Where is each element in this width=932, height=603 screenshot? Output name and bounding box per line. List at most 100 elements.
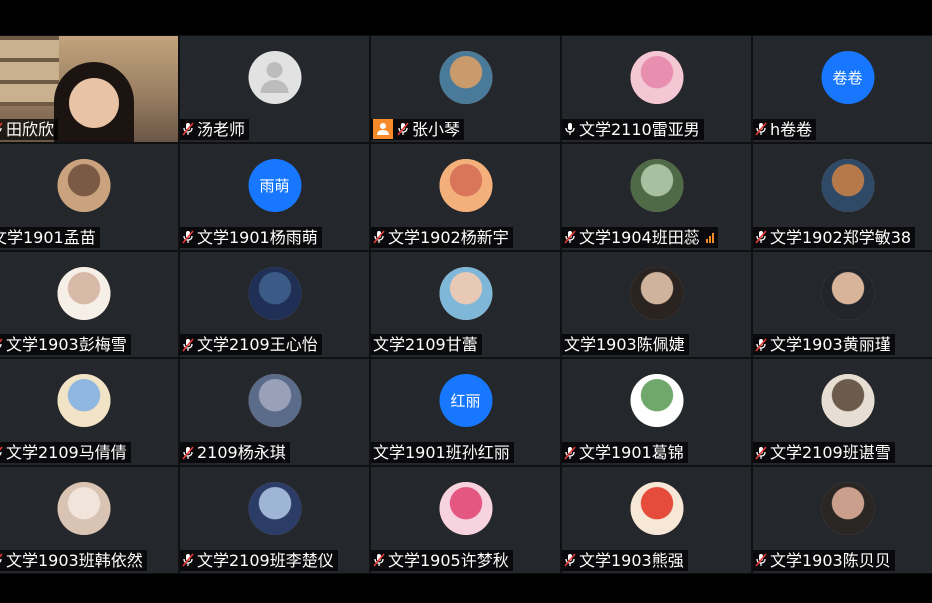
mic-muted-icon: [564, 230, 576, 244]
mic-muted-icon: [397, 122, 409, 136]
participant-name: 文学1901杨雨萌: [197, 227, 318, 247]
participant-name: 张小琴: [412, 119, 461, 139]
participant-tile[interactable]: 文学1903陈佩婕: [561, 250, 752, 359]
mic-muted-icon: [755, 338, 767, 352]
participant-name: 文学1902郑学敏38: [770, 227, 912, 247]
mic-muted-icon: [755, 122, 767, 136]
participant-name-label: 2109杨永琪: [180, 442, 290, 464]
participant-name-label: 文学2109班谌雪: [753, 442, 895, 464]
participant-tile[interactable]: 文学1903彭梅雪: [0, 250, 179, 359]
participant-tile[interactable]: 文学2109班李楚仪: [179, 466, 370, 574]
participant-name: 文学1902杨新宇: [388, 227, 509, 247]
participant-tile[interactable]: 文学1905许梦秋: [370, 466, 561, 574]
avatar-text: 红丽: [450, 392, 481, 411]
participant-tile[interactable]: 文学2109王心怡: [179, 250, 370, 359]
participant-tile[interactable]: 2109杨永琪: [179, 358, 370, 467]
participant-avatar: [248, 374, 301, 428]
participant-tile[interactable]: 文学2109班谌雪: [752, 358, 932, 467]
participant-avatar: [630, 482, 683, 536]
participant-tile[interactable]: 文学2110雷亚男: [561, 35, 752, 143]
participant-name: 2109杨永琪: [197, 443, 286, 463]
participant-avatar: 卷卷: [821, 51, 874, 104]
participant-tile[interactable]: 雨萌文学1901杨雨萌: [179, 142, 370, 251]
participant-avatar: [439, 51, 492, 104]
participant-name-label: 文学2109甘蕾: [371, 334, 482, 356]
participant-avatar: 红丽: [439, 374, 492, 428]
participant-avatar: [57, 158, 110, 212]
participant-name-label: 文学1903班韩依然: [0, 549, 147, 571]
mic-muted-icon: [0, 122, 3, 136]
participant-name: 文学1905许梦秋: [388, 550, 509, 570]
mic-muted-icon: [755, 230, 767, 244]
participant-name: 文学1903黄丽瑾: [770, 335, 891, 355]
participant-tile[interactable]: 文学1903熊强: [561, 466, 752, 574]
participant-avatar: [439, 158, 492, 212]
mic-muted-icon: [564, 553, 576, 567]
participant-name: 文学1903陈贝贝: [770, 550, 891, 570]
participant-name: 文学2109甘蕾: [373, 335, 478, 355]
participant-name-label: 文学1903黄丽瑾: [753, 334, 895, 356]
participant-name-label: 文学2110雷亚男: [562, 118, 704, 140]
participant-avatar: [821, 482, 874, 536]
mic-muted-icon: [182, 122, 194, 136]
participant-name: 文学1903陈佩婕: [564, 335, 685, 355]
participant-name: 文学1901孟苗: [0, 227, 96, 247]
participant-tile[interactable]: 张小琴: [370, 35, 561, 143]
participant-tile[interactable]: 汤老师: [179, 35, 370, 143]
participant-avatar: 雨萌: [248, 158, 301, 212]
participant-name-label: 文学1905许梦秋: [371, 549, 513, 571]
participant-tile[interactable]: 文学1902杨新宇: [370, 142, 561, 251]
participant-name-label: h卷卷: [753, 118, 817, 140]
participant-name: 文学1903彭梅雪: [6, 335, 127, 355]
mic-muted-icon: [182, 553, 194, 567]
participant-tile[interactable]: 文学1904班田蕊: [561, 142, 752, 251]
participant-name: 文学1903熊强: [579, 550, 684, 570]
participant-tile[interactable]: 文学1901孟苗: [0, 142, 179, 251]
participant-avatar: [57, 482, 110, 536]
participant-name-label: 文学2109班李楚仪: [180, 549, 338, 571]
participant-tile[interactable]: 文学1901葛锦: [561, 358, 752, 467]
mic-icon: [564, 122, 576, 136]
participant-avatar: [439, 482, 492, 536]
participant-avatar: [439, 266, 492, 320]
participant-tile[interactable]: 文学2109甘蕾: [370, 250, 561, 359]
mic-muted-icon: [182, 230, 194, 244]
participant-avatar: [248, 266, 301, 320]
avatar-text: 卷卷: [832, 69, 863, 87]
participant-name: h卷卷: [770, 119, 813, 139]
participant-tile[interactable]: 文学1903班韩依然: [0, 466, 179, 574]
participant-name: 文学2109班谌雪: [770, 443, 891, 463]
mic-muted-icon: [755, 446, 767, 460]
avatar-text: 雨萌: [259, 176, 290, 195]
participant-avatar: [57, 374, 110, 428]
mic-muted-icon: [373, 230, 385, 244]
participant-name-label: 文学1901葛锦: [562, 442, 688, 464]
participant-name: 文学2109马倩倩: [6, 443, 127, 463]
mic-muted-icon: [182, 338, 194, 352]
participant-name-label: 文学2109王心怡: [180, 334, 322, 356]
participant-tile[interactable]: 文学1903陈贝贝: [752, 466, 932, 574]
participant-tile[interactable]: 卷卷 h卷卷: [752, 35, 932, 143]
participant-tile[interactable]: 红丽 文学1901班孙红丽: [370, 358, 561, 467]
speaking-indicator-icon: [705, 231, 714, 244]
host-icon: [373, 119, 393, 140]
participant-name-label: 文学2109马倩倩: [0, 442, 131, 464]
participant-name: 汤老师: [197, 119, 246, 139]
participant-avatar: [57, 266, 110, 320]
participant-tile[interactable]: 文学1902郑学敏38: [752, 142, 932, 251]
participant-name-label: 文学1902杨新宇: [371, 226, 513, 248]
participant-avatar: [630, 158, 683, 212]
video-gallery-grid: 田欣欣 汤老师 张小琴 文学2110雷亚男 卷卷 h卷卷文学1901孟苗 雨萌文学1901杨…: [0, 35, 932, 574]
participant-name: 田欣欣: [6, 119, 55, 139]
participant-avatar: [821, 266, 874, 320]
mic-muted-icon: [182, 446, 194, 460]
participant-avatar: [821, 374, 874, 428]
participant-avatar: [630, 51, 683, 104]
participant-tile[interactable]: 田欣欣: [0, 35, 179, 143]
participant-name-label: 田欣欣: [0, 118, 59, 140]
mic-muted-icon: [0, 446, 3, 460]
participant-name: 文学1901葛锦: [579, 443, 684, 463]
mic-muted-icon: [755, 553, 767, 567]
participant-tile[interactable]: 文学2109马倩倩: [0, 358, 179, 467]
participant-tile[interactable]: 文学1903黄丽瑾: [752, 250, 932, 359]
